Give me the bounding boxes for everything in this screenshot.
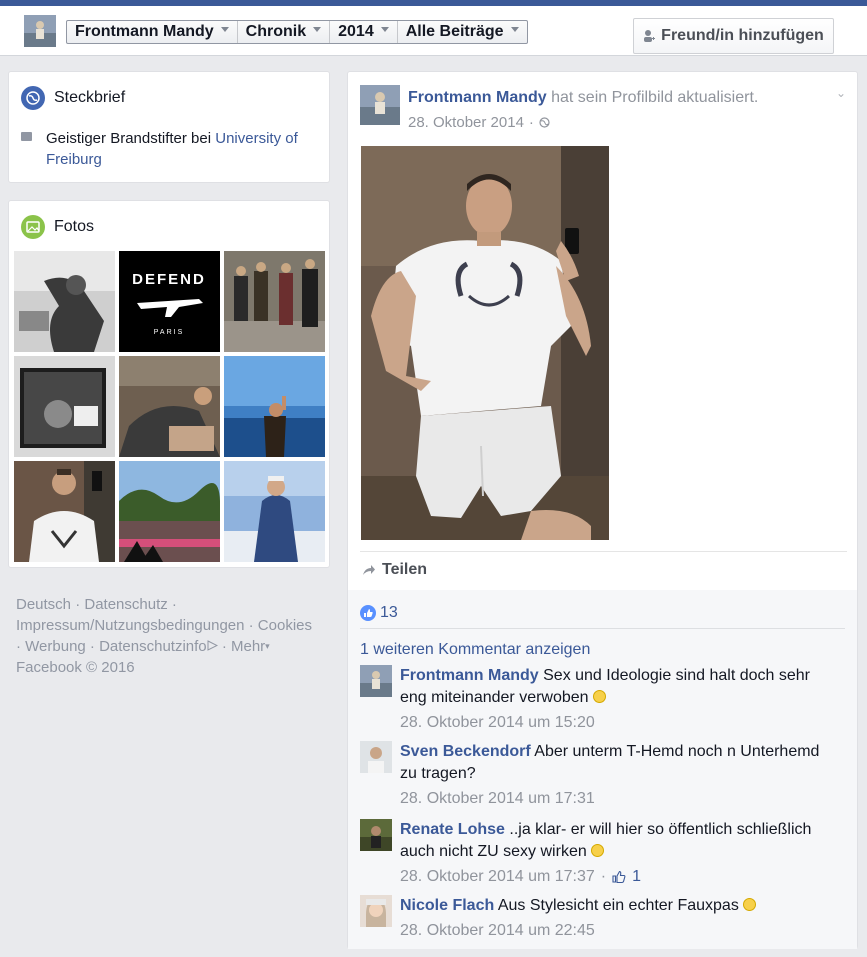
photo-thumbnail[interactable]	[14, 251, 115, 352]
photo-paris-text: PARIS	[154, 329, 185, 336]
comment-timestamp[interactable]: 28. Oktober 2014 um 15:20	[400, 712, 595, 734]
post-date[interactable]: 28. Oktober 2014	[408, 114, 524, 131]
meta-separator: ·	[528, 114, 534, 131]
commenter-name[interactable]: Sven Beckendorf	[400, 743, 531, 760]
post-headline: Frontmann Mandy hat sein Profilbild aktu…	[408, 89, 758, 107]
photo-defend-text: DEFEND	[132, 271, 206, 288]
commenter-name[interactable]: Renate Lohse	[400, 821, 505, 838]
photo-thumbnail[interactable]	[224, 251, 325, 352]
caret-down-icon	[380, 26, 389, 32]
timeline-post: Frontmann Mandy hat sein Profilbild aktu…	[347, 71, 858, 949]
caret-icon: ▾	[265, 641, 270, 651]
footer-more-link[interactable]: · Mehr	[218, 638, 265, 655]
post-divider	[360, 551, 847, 552]
comment-message: Aus Stylesicht ein echter Fauxpas	[494, 897, 739, 914]
photo-thumbnail[interactable]	[14, 461, 115, 562]
add-friend-icon	[644, 30, 656, 42]
briefcase-icon	[21, 132, 32, 141]
fotos-card: Fotos DEFEND PARIS	[8, 200, 330, 568]
add-friend-button[interactable]: Freund/in hinzufügen	[633, 18, 834, 54]
comment-text: Frontmann Mandy Sex und Ideologie sind h…	[400, 665, 840, 709]
post-meta: 28. Oktober 2014 ·	[408, 114, 550, 131]
comment-timestamp[interactable]: 28. Oktober 2014 um 17:31	[400, 788, 595, 810]
breadcrumb: Frontmann Mandy Chronik 2014 Alle Beiträ…	[66, 20, 528, 44]
crumb-label: 2014	[338, 23, 374, 40]
fotos-title: Fotos	[54, 218, 95, 235]
photo-thumbnail[interactable]	[119, 461, 220, 562]
comment-timestamp[interactable]: 28. Oktober 2014 um 22:45	[400, 920, 595, 942]
footer-links-3[interactable]: · Werbung · Datenschutzinfo · Mehr▾	[16, 636, 336, 657]
add-friend-label: Freund/in hinzufügen	[661, 27, 824, 44]
crumb-chronik[interactable]: Chronik	[238, 21, 331, 43]
view-more-comments-link[interactable]: 1 weiteren Kommentar anzeigen	[360, 641, 590, 659]
crumb-label: Alle Beiträge	[405, 23, 504, 40]
commenter-name[interactable]: Nicole Flach	[400, 897, 494, 914]
public-globe-icon[interactable]	[539, 117, 550, 128]
work-text: Geistiger Brandstifter bei	[46, 130, 216, 147]
like-summary[interactable]: 13	[360, 604, 398, 622]
commenter-avatar[interactable]	[360, 665, 392, 697]
copyright: Facebook © 2016	[16, 659, 135, 676]
share-icon	[363, 565, 375, 575]
post-profile-photo[interactable]	[361, 146, 609, 540]
post-author-avatar[interactable]	[360, 85, 400, 125]
smiley-icon	[742, 898, 756, 911]
comment-text: Sven Beckendorf Aber unterm T-Hemd noch …	[400, 741, 840, 785]
like-count: 13	[380, 604, 398, 621]
smiley-icon	[590, 844, 604, 857]
photos-icon	[21, 215, 45, 239]
work-entry: Geistiger Brandstifter bei University of…	[46, 128, 321, 170]
steckbrief-title: Steckbrief	[54, 89, 126, 106]
dot-separator: ·	[600, 868, 607, 885]
photo-thumbnail[interactable]	[119, 356, 220, 457]
comment-like-icon[interactable]	[612, 870, 626, 884]
photo-thumbnail[interactable]: DEFEND PARIS	[119, 251, 220, 352]
caret-down-icon	[313, 26, 322, 32]
footer-datenschutzinfo[interactable]: · Werbung · Datenschutzinfo	[16, 638, 207, 655]
likes-divider	[360, 628, 845, 629]
steckbrief-card: Steckbrief Geistiger Brandstifter bei Un…	[8, 71, 330, 183]
comment-timestamp[interactable]: 28. Oktober 2014 um 17:37	[400, 866, 595, 888]
caret-down-icon	[220, 26, 229, 32]
photo-thumbnail[interactable]	[224, 461, 325, 562]
caret-down-icon	[510, 26, 519, 32]
social-area: 13 1 weiteren Kommentar anzeigen Frontma…	[348, 590, 857, 949]
footer-links-2[interactable]: Impressum/Nutzungsbedingungen · Cookies	[16, 615, 336, 636]
photo-thumbnail[interactable]	[224, 356, 325, 457]
adchoices-icon	[207, 640, 218, 651]
post-options-chevron-icon[interactable]: ⌄	[836, 86, 846, 100]
thumbs-up-icon	[360, 605, 376, 621]
photo-grid: DEFEND PARIS	[14, 251, 325, 562]
commenter-avatar[interactable]	[360, 741, 392, 773]
timeline-header: Frontmann Mandy Chronik 2014 Alle Beiträ…	[0, 6, 867, 56]
photo-thumbnail[interactable]	[14, 356, 115, 457]
share-label: Teilen	[382, 561, 428, 578]
comment-text: Nicole Flach Aus Stylesicht ein echter F…	[400, 895, 840, 917]
crumb-profile-name[interactable]: Frontmann Mandy	[67, 21, 238, 43]
comment-text: Renate Lohse ..ja klar- er will hier so …	[400, 819, 840, 863]
commenter-name[interactable]: Frontmann Mandy	[400, 667, 539, 684]
crumb-filter[interactable]: Alle Beiträge	[398, 21, 527, 43]
share-button[interactable]: Teilen	[362, 561, 427, 579]
commenter-avatar[interactable]	[360, 819, 392, 851]
globe-icon	[21, 86, 45, 110]
crumb-label: Frontmann Mandy	[75, 23, 214, 40]
comment-like-count[interactable]: 1	[632, 866, 641, 888]
page-footer: Deutsch · Datenschutz · Impressum/Nutzun…	[16, 594, 336, 678]
commenter-avatar[interactable]	[360, 895, 392, 927]
footer-links-1[interactable]: Deutsch · Datenschutz ·	[16, 594, 336, 615]
crumb-year[interactable]: 2014	[330, 21, 398, 43]
post-author-name[interactable]: Frontmann Mandy	[408, 89, 547, 106]
profile-avatar-small[interactable]	[24, 15, 56, 47]
smiley-icon	[592, 690, 606, 703]
post-action-text: hat sein Profilbild aktualisiert.	[546, 89, 759, 106]
crumb-label: Chronik	[245, 23, 307, 40]
